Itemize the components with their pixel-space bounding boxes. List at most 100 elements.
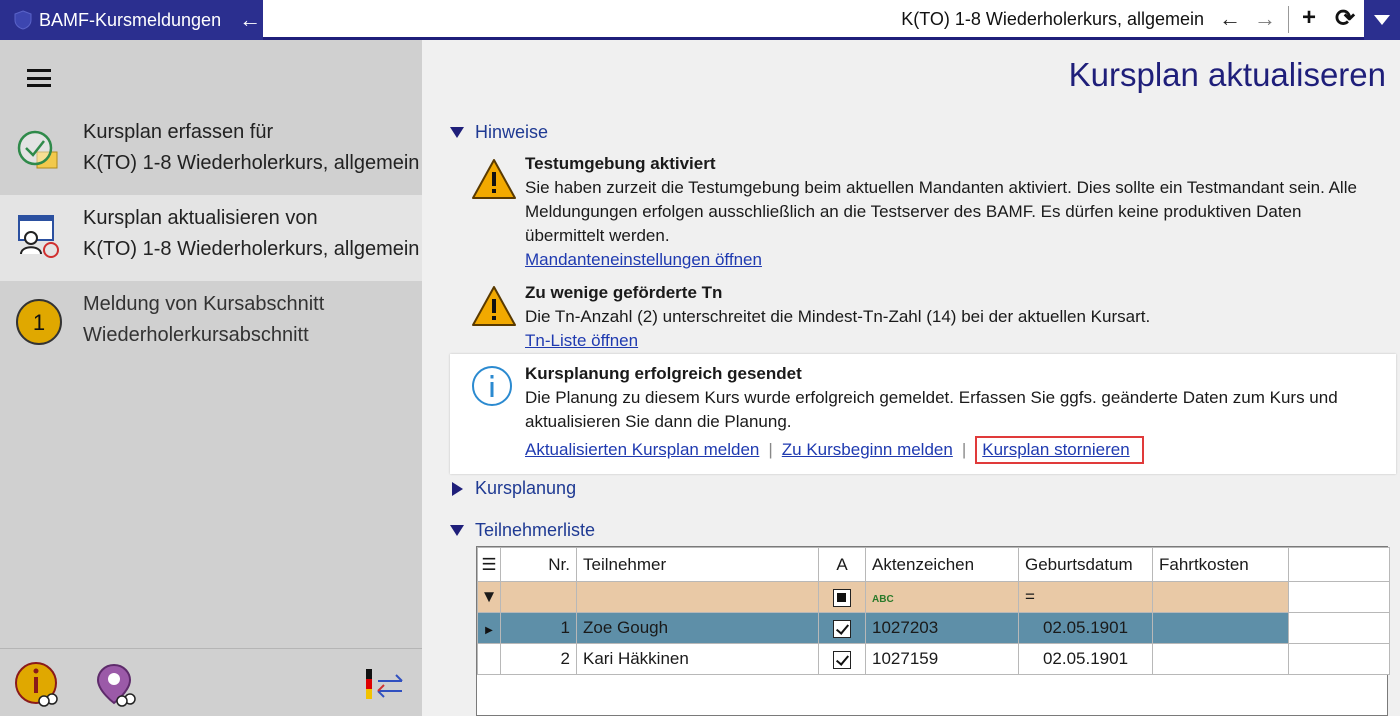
link-separator: | [961, 440, 967, 459]
check-document-icon [17, 130, 58, 169]
teilnehmer-grid: ☰ Nr. Teilnehmer A Aktenzeichen Geburtsd… [476, 546, 1390, 716]
row-checkbox[interactable] [833, 619, 851, 638]
kursplan-stornieren-highlight: Kursplan stornieren [975, 436, 1144, 464]
info-users-icon[interactable] [14, 661, 62, 709]
collapse-icon [450, 525, 464, 536]
column-header-aktenzeichen[interactable]: Aktenzeichen [865, 547, 1019, 582]
cell-fahrtkosten[interactable] [1152, 612, 1289, 644]
section-title: Teilnehmerliste [475, 520, 596, 540]
notice-testumgebung: Testumgebung aktiviert Sie haben zurzeit… [471, 152, 1391, 272]
sidebar-item-kursplan-aktualisieren[interactable]: Kursplan aktualisieren von K(TO) 1-8 Wie… [0, 195, 422, 281]
cell-empty [1288, 612, 1390, 644]
sidebar-item-meldung-kursabschnitt[interactable]: 1 Meldung von Kursabschnitt Wiederholerk… [0, 281, 422, 367]
notice-title: Zu wenige geförderte Tn [525, 283, 723, 302]
expand-icon [452, 481, 463, 496]
section-kursplanung[interactable]: Kursplanung [450, 478, 576, 499]
filter-cell-geburtsdatum[interactable]: = [1018, 581, 1153, 613]
section-teilnehmerliste[interactable]: Teilnehmerliste [450, 520, 595, 541]
section-title: Kursplanung [475, 478, 577, 498]
users-sync-icon [18, 215, 59, 258]
info-text: Die Planung zu diesem Kurs wurde erfolgr… [525, 388, 1338, 431]
page-title: Kursplan aktualiseren [1068, 56, 1386, 93]
shield-icon [14, 10, 32, 30]
warning-icon [472, 286, 516, 326]
back-arrow-icon[interactable]: ← [1219, 6, 1241, 32]
cell-teilnehmer[interactable]: Kari Häkkinen [576, 643, 819, 675]
column-header-a[interactable]: A [818, 547, 866, 582]
cell-teilnehmer[interactable]: Zoe Gough [576, 612, 819, 644]
main-content: Kursplan aktualiseren Hinweise Testumgeb… [422, 40, 1400, 716]
teilnehmer-table: ☰ Nr. Teilnehmer A Aktenzeichen Geburtsd… [477, 547, 1390, 675]
badge-number: 1 [33, 310, 45, 335]
refresh-icon[interactable]: ⟳ [1335, 4, 1355, 33]
notice-title: Testumgebung aktiviert [525, 154, 716, 173]
location-users-icon[interactable] [94, 661, 142, 709]
zu-kursbeginn-melden-link[interactable]: Zu Kursbeginn melden [782, 440, 953, 460]
column-header-teilnehmer[interactable]: Teilnehmer [576, 547, 819, 582]
info-actions: Aktualisierten Kursplan melden | Zu Kurs… [525, 436, 1144, 464]
back-arrow-icon[interactable]: ← [239, 9, 261, 31]
filter-cell-fahrtkosten[interactable] [1152, 581, 1289, 613]
column-header-fahrtkosten[interactable]: Fahrtkosten [1152, 547, 1289, 582]
app-title: BAMF-Kursmeldungen [39, 9, 222, 30]
filter-cell-nr[interactable] [500, 581, 577, 613]
row-checkbox[interactable] [833, 650, 851, 669]
language-switch-icon[interactable] [360, 661, 408, 709]
aktualisierten-kursplan-melden-link[interactable]: Aktualisierten Kursplan melden [525, 440, 759, 460]
filter-checkbox[interactable] [833, 588, 851, 607]
chevron-down-icon [1374, 15, 1390, 25]
cell-aktenzeichen[interactable]: 1027159 [865, 643, 1019, 675]
row-indicator [477, 643, 501, 675]
column-header-empty [1288, 547, 1390, 582]
cell-a[interactable] [818, 643, 866, 675]
warning-icon [472, 159, 516, 199]
sidebar-item-sublabel: Wiederholerkursabschnitt [83, 324, 309, 346]
column-header-nr[interactable]: Nr. [500, 547, 577, 582]
sidebar-item-label: Kursplan erfassen für [83, 121, 274, 143]
cell-fahrtkosten[interactable] [1152, 643, 1289, 675]
notice-text: Die Tn-Anzahl (2) unterschreitet die Min… [525, 307, 1151, 326]
column-header-geburtsdatum[interactable]: Geburtsdatum [1018, 547, 1153, 582]
filter-cell-empty [1288, 581, 1390, 613]
info-title: Kursplanung erfolgreich gesendet [525, 364, 802, 383]
sidebar-item-label: Meldung von Kursabschnitt [83, 293, 325, 315]
filter-cell-aktenzeichen[interactable]: ABC [865, 581, 1019, 613]
sidebar-footer [0, 648, 422, 716]
kursplan-stornieren-link[interactable]: Kursplan stornieren [982, 440, 1129, 459]
sidebar-item-sublabel: K(TO) 1-8 Wiederholerkurs, allgemein [83, 238, 420, 260]
info-icon [472, 366, 512, 406]
cell-nr[interactable]: 1 [500, 612, 577, 644]
course-title: K(TO) 1-8 Wiederholerkurs, allgemein [901, 9, 1204, 29]
mandanteneinstellungen-link[interactable]: Mandanteneinstellungen öffnen [525, 250, 762, 269]
table-row[interactable]: ▶ 1 Zoe Gough 1027203 02.05.1901 [477, 612, 1390, 644]
sidebar-item-sublabel: K(TO) 1-8 Wiederholerkurs, allgemein [83, 152, 420, 174]
info-box-kursplanung-gesendet: Kursplanung erfolgreich gesendet Die Pla… [450, 354, 1396, 474]
sidebar-item-kursplan-erfassen[interactable]: Kursplan erfassen für K(TO) 1-8 Wiederho… [0, 109, 422, 195]
cell-nr[interactable]: 2 [500, 643, 577, 675]
cell-geburtsdatum[interactable]: 02.05.1901 [1018, 612, 1153, 644]
collapse-icon [450, 127, 464, 138]
filter-cell-a[interactable] [818, 581, 866, 613]
dropdown-button[interactable] [1364, 0, 1400, 40]
menu-icon[interactable] [27, 69, 51, 87]
filter-icon: ▼ [477, 581, 501, 613]
forward-arrow-icon[interactable]: → [1254, 6, 1276, 32]
text-filter-icon: ABC [872, 594, 894, 605]
notice-text: Sie haben zurzeit die Testumgebung beim … [525, 178, 1357, 245]
tn-liste-link[interactable]: Tn-Liste öffnen [525, 331, 638, 350]
sidebar: Kursplan erfassen für K(TO) 1-8 Wiederho… [0, 40, 422, 716]
link-separator: | [768, 440, 773, 459]
toolbar-separator [1288, 6, 1289, 33]
section-hinweise[interactable]: Hinweise [450, 122, 548, 143]
number-badge-icon: 1 [16, 299, 62, 345]
filter-cell-teilnehmer[interactable] [576, 581, 819, 613]
table-header-row: ☰ Nr. Teilnehmer A Aktenzeichen Geburtsd… [477, 547, 1390, 582]
filter-row: ▼ ABC = [477, 581, 1390, 613]
section-title: Hinweise [475, 122, 549, 142]
cell-geburtsdatum[interactable]: 02.05.1901 [1018, 643, 1153, 675]
add-icon[interactable]: + [1302, 4, 1316, 32]
cell-aktenzeichen[interactable]: 1027203 [865, 612, 1019, 644]
column-chooser-icon[interactable]: ☰ [477, 547, 501, 582]
cell-a[interactable] [818, 612, 866, 644]
table-row[interactable]: 2 Kari Häkkinen 1027159 02.05.1901 [477, 643, 1390, 675]
